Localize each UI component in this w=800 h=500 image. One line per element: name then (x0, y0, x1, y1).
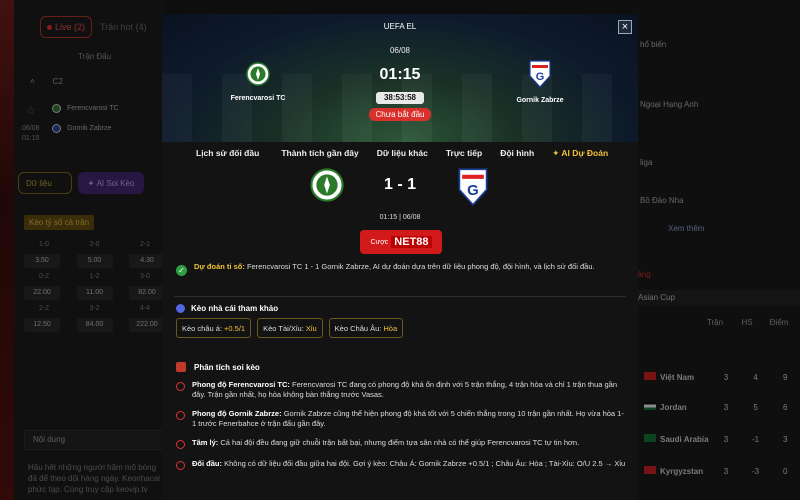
bet-brand: NET88 (391, 236, 432, 248)
home-team-name: Ferencvarosi TC (230, 95, 286, 102)
analysis-section-title: Phân tích soi kèo (176, 362, 260, 372)
close-icon: × (621, 21, 629, 33)
match-detail-modal: UEFA EL × 06/08 01:15 38:53:58 Chưa bắt … (162, 14, 638, 500)
ball-icon (176, 411, 185, 420)
ferencvaros-crest-icon (246, 62, 270, 86)
tab-live[interactable]: Trực tiếp (446, 148, 482, 158)
analysis-item: Phong độ Ferencvarosi TC: Ferencvarosi T… (176, 380, 628, 400)
analysis-key: Phong độ Ferencvarosi TC: (192, 380, 290, 389)
home-crest (310, 168, 344, 207)
analysis-text: Cả hai đội đều đang giữ chuỗi trận bất b… (220, 438, 580, 447)
predicted-score: 1 - 1 (383, 176, 416, 193)
score-area: 1 - 1 G (162, 164, 638, 212)
analysis-key: Tâm lý: (192, 438, 219, 447)
odd-value: Xỉu (305, 323, 317, 333)
status-badge: Chưa bắt đầu (369, 108, 431, 121)
odd-label: Kèo Tài/Xỉu: (263, 323, 304, 333)
prediction-label: Dự đoán tỉ số: (194, 262, 245, 271)
odds-section-title: Kèo nhà cái tham khảo (176, 304, 278, 313)
bet-button[interactable]: Cược NET88 (360, 230, 442, 254)
prediction-text: Ferencvarosi TC 1 - 1 Gornik Zabrze, AI … (246, 262, 595, 271)
analysis-item: Tâm lý: Cả hai đội đều đang giữ chuỗi tr… (176, 438, 628, 449)
bet-prefix: Cược (370, 238, 389, 246)
ball-icon (176, 382, 185, 391)
close-button[interactable]: × (618, 20, 632, 34)
odd-label: Kèo Châu Âu: (334, 323, 382, 333)
away-team-name: Gornik Zabrze (516, 97, 564, 104)
home-team[interactable]: Ferencvarosi TC (218, 62, 298, 102)
analysis-text: Không có dữ liệu đối đầu giữa hai đội. G… (224, 459, 626, 468)
ball-icon (176, 461, 185, 470)
analysis-item: Phong độ Gornik Zabrze: Gornik Zabrze cũ… (176, 409, 628, 429)
countdown: 38:53:58 (376, 92, 424, 104)
tab-ai-prediction[interactable]: ✦ AI Dự Đoán (552, 148, 608, 159)
tab-ai-label: AI Dự Đoán (561, 147, 609, 158)
detail-tabs: Lịch sử đối đầu Thành tích gần đây Dữ li… (162, 142, 638, 164)
page: Live (2) Trận hot (4) Trận Đấu ˄ C2 ☆ Fer… (0, 0, 800, 500)
analysis-title-text: Phân tích soi kèo (194, 362, 260, 372)
ferencvaros-crest-icon (310, 168, 344, 202)
tab-other-data[interactable]: Dữ liệu khác (377, 148, 428, 158)
svg-text:G: G (467, 182, 479, 199)
check-icon: ✓ (176, 265, 187, 276)
away-team[interactable]: G Gornik Zabrze (500, 60, 580, 104)
odds-icon (176, 304, 185, 313)
svg-text:G: G (536, 71, 545, 83)
odd-chip-asian[interactable]: Kèo châu á: +0.5/1 (176, 318, 252, 338)
odds-title-text: Kèo nhà cái tham khảo (191, 304, 279, 313)
tab-recent-form[interactable]: Thành tích gần đây (281, 148, 358, 158)
odd-label: Kèo châu á: (182, 323, 223, 333)
odd-chip-european[interactable]: Kèo Châu Âu: Hòa (328, 318, 404, 338)
divider (174, 296, 626, 297)
analysis-icon (176, 362, 186, 372)
odd-value: Hòa (383, 323, 398, 333)
away-crest: G (458, 168, 488, 211)
competition-name: UEFA EL (383, 22, 417, 31)
odds-chips: Kèo châu á: +0.5/1 Kèo Tài/Xỉu: Xỉu Kèo Ch… (176, 318, 404, 338)
analysis-key: Đối đầu: (192, 459, 222, 468)
analysis-item: Đối đầu: Không có dữ liệu đối đầu giữa h… (176, 459, 628, 470)
score-prediction: ✓ Dự đoán tỉ số: Ferencvarosi TC 1 - 1 G… (176, 262, 626, 276)
analysis-key: Phong độ Gornik Zabrze: (192, 409, 282, 418)
kickoff-info: 01:15 | 06/08 (379, 214, 421, 221)
ai-icon: ✦ (552, 147, 560, 158)
match-date: 06/08 (389, 46, 411, 55)
odd-chip-over-under[interactable]: Kèo Tài/Xỉu: Xỉu (257, 318, 323, 338)
tab-lineup[interactable]: Đội hình (500, 148, 534, 158)
odd-value: +0.5/1 (224, 323, 246, 333)
tab-head-to-head[interactable]: Lịch sử đối đầu (196, 148, 259, 158)
gornik-crest-icon: G (529, 60, 551, 88)
gornik-crest-icon: G (458, 168, 488, 206)
ball-icon (176, 440, 185, 449)
